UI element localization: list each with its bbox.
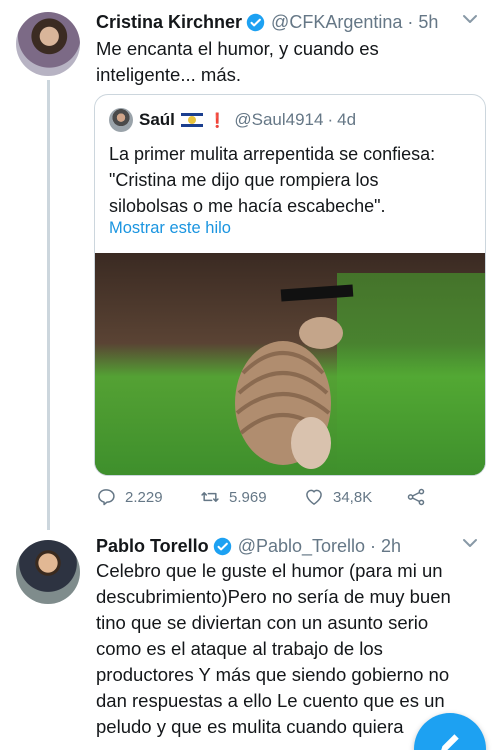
avatar[interactable]: [16, 540, 80, 604]
flag-emoji-icon: [180, 113, 203, 127]
author-name[interactable]: Pablo Torello: [96, 536, 209, 557]
quoted-tweet-text: La primer mulita arrepentida se confiesa…: [109, 141, 474, 219]
tweet-text-line: dan respuestas a ello Le cuento que es u…: [96, 690, 445, 711]
armadillo-figure: [235, 317, 343, 469]
timestamp[interactable]: 2h: [381, 536, 401, 557]
author-name[interactable]: Cristina Kirchner: [96, 12, 242, 33]
retweet-count: 5.969: [229, 488, 267, 506]
reply-button[interactable]: 2.229: [96, 487, 200, 507]
author-handle[interactable]: @CFKArgentina: [271, 12, 402, 33]
tweet-text-line: tino que se diviertan con un asunto seri…: [96, 612, 429, 633]
tweet-text-line: como es el ataque al trabajo de los: [96, 638, 383, 659]
reply-icon: [98, 489, 115, 506]
tweet-text-line: inteligente... más.: [96, 64, 241, 85]
quoted-tweet-image[interactable]: [95, 253, 485, 475]
tweet-actions: 2.229 5.969 34,8K: [96, 486, 435, 508]
reply-count: 2.229: [125, 488, 163, 506]
separator: ·: [407, 11, 414, 32]
like-button[interactable]: 34,8K: [304, 487, 406, 507]
retweet-button[interactable]: 5.969: [200, 487, 304, 507]
share-icon: [407, 488, 425, 506]
quoted-author-handle: @Saul4914: [234, 110, 324, 129]
retweet-icon: [201, 492, 219, 502]
tweet-text-line: Me encanta el humor, y cuando es: [96, 38, 379, 59]
verified-badge-icon: [246, 13, 265, 31]
chevron-down-icon[interactable]: [461, 12, 479, 26]
tweet-header: Pablo Torello @Pablo_Torello · 2h: [96, 534, 401, 558]
author-handle[interactable]: @Pablo_Torello: [238, 536, 365, 557]
quoted-author-name: Saúl: [139, 110, 175, 129]
like-count: 34,8K: [333, 488, 373, 506]
tweet-text-line: descubrimiento)Pero no sería de muy buen: [96, 586, 451, 607]
tweet-text-line: productores Y más que siendo gobierno no: [96, 664, 450, 685]
avatar[interactable]: [16, 12, 80, 76]
avatar: [109, 108, 133, 132]
quoted-timestamp: 4d: [337, 110, 357, 129]
tweet-text-line: Celebro que le guste el humor (para mi u…: [96, 560, 443, 581]
timestamp[interactable]: 5h: [418, 12, 438, 33]
verified-badge-icon: [213, 537, 231, 555]
tweet-text: Me encanta el humor, y cuando es intelig…: [96, 36, 476, 88]
show-thread-link[interactable]: Mostrar este hilo: [109, 219, 231, 238]
quoted-tweet[interactable]: Saúl ❗ @Saul4914 · 4d La primer mulita a…: [94, 94, 486, 476]
separator: ·: [370, 535, 377, 556]
quoted-text-line: "Cristina me dijo que rompiera los: [109, 170, 379, 190]
thread-connector-line: [47, 80, 50, 530]
share-button[interactable]: [406, 487, 435, 507]
quoted-text-line: silobolsas o me hacía escabeche".: [109, 196, 386, 216]
separator: ·: [327, 110, 334, 129]
chevron-down-icon[interactable]: [461, 536, 479, 550]
tweet-text: Celebro que le guste el humor (para mi u…: [96, 558, 481, 740]
quoted-tweet-header: Saúl ❗ @Saul4914 · 4d: [109, 107, 356, 133]
tweet-header: Cristina Kirchner @CFKArgentina · 5h: [96, 10, 438, 34]
megaphone-emoji-icon: ❗: [208, 111, 227, 128]
compose-icon: [441, 734, 459, 750]
like-icon: [306, 489, 322, 505]
quoted-text-line: La primer mulita arrepentida se confiesa…: [109, 144, 436, 164]
